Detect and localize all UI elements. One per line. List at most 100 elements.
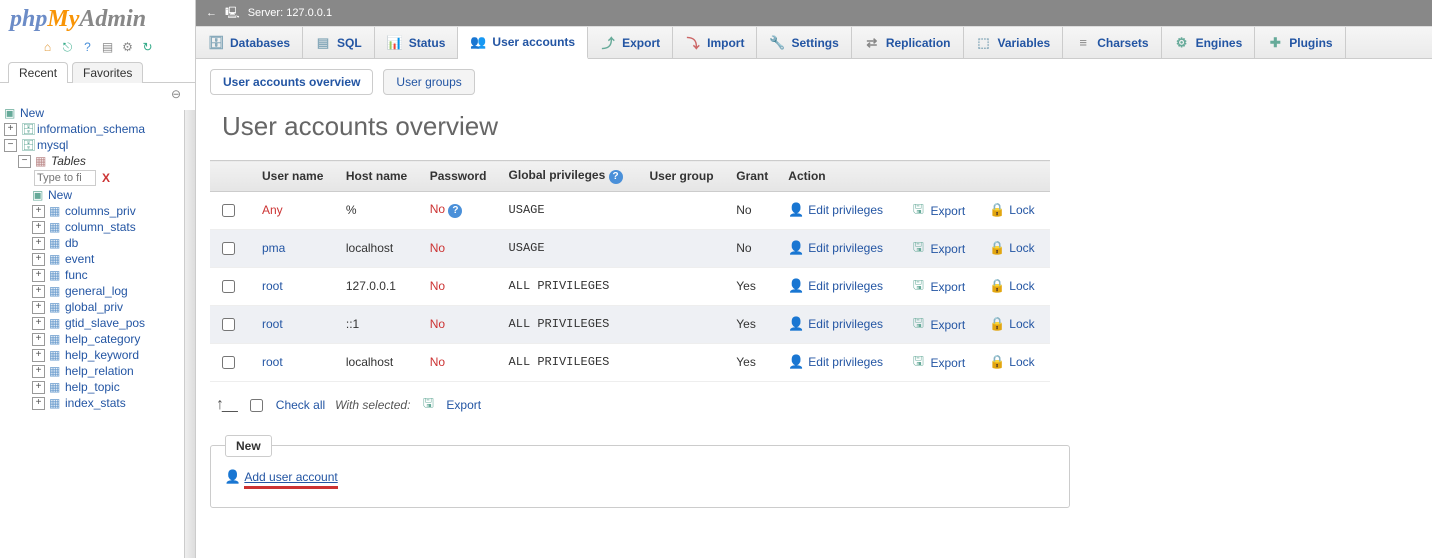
menu-import[interactable]: ⤵Import xyxy=(673,27,757,58)
col-grant[interactable]: Grant xyxy=(728,161,780,192)
tree-table[interactable]: general_log xyxy=(65,284,128,298)
expand-icon[interactable]: + xyxy=(4,123,17,136)
lock-user-link[interactable]: Lock xyxy=(1009,279,1034,293)
export-user-link[interactable]: Export xyxy=(930,280,965,294)
tree-table[interactable]: index_stats xyxy=(65,396,126,410)
expand-icon[interactable]: + xyxy=(32,381,45,394)
expand-icon[interactable]: + xyxy=(32,253,45,266)
home-icon[interactable]: ⌂ xyxy=(40,39,56,55)
help-icon[interactable]: ? xyxy=(448,204,462,218)
menu-databases[interactable]: 🗄Databases xyxy=(196,27,303,58)
user-link[interactable]: root xyxy=(262,279,283,293)
tree-table[interactable]: help_category xyxy=(65,332,140,346)
menu-status[interactable]: 📊Status xyxy=(375,27,459,58)
export-user-link[interactable]: Export xyxy=(930,318,965,332)
sql-icon[interactable]: ▤ xyxy=(100,39,116,55)
refresh-icon[interactable]: ↻ xyxy=(140,39,156,55)
expand-icon[interactable]: + xyxy=(32,365,45,378)
tree-table[interactable]: gtid_slave_pos xyxy=(65,316,145,330)
expand-icon[interactable]: + xyxy=(32,317,45,330)
col-global-priv[interactable]: Global privileges ? xyxy=(501,161,642,192)
user-link[interactable]: root xyxy=(262,355,283,369)
menu-engines[interactable]: ⚙Engines xyxy=(1162,27,1256,58)
expand-icon[interactable]: + xyxy=(32,205,45,218)
tree-table[interactable]: event xyxy=(65,252,94,266)
menu-sql[interactable]: ▤SQL xyxy=(303,27,375,58)
tree-table[interactable]: help_relation xyxy=(65,364,134,378)
expand-icon[interactable]: + xyxy=(32,349,45,362)
row-checkbox[interactable] xyxy=(222,318,235,331)
export-user-link[interactable]: Export xyxy=(930,204,965,218)
collapse-icon[interactable]: − xyxy=(4,139,17,152)
export-user-link[interactable]: Export xyxy=(930,356,965,370)
col-user-group[interactable]: User group xyxy=(642,161,729,192)
row-checkbox[interactable] xyxy=(222,356,235,369)
col-password[interactable]: Password xyxy=(422,161,501,192)
tab-recent[interactable]: Recent xyxy=(8,62,68,83)
menu-replication[interactable]: ⇄Replication xyxy=(852,27,964,58)
edit-privileges-link[interactable]: Edit privileges xyxy=(808,279,883,293)
tree-filter-input[interactable] xyxy=(34,170,96,186)
back-icon[interactable]: ← xyxy=(206,7,217,19)
menu-export[interactable]: ⤴Export xyxy=(588,27,673,58)
help-icon[interactable]: ? xyxy=(609,170,623,184)
check-all-link[interactable]: Check all xyxy=(276,398,325,412)
col-username[interactable]: User name xyxy=(254,161,338,192)
row-checkbox[interactable] xyxy=(222,280,235,293)
tree-tables-label[interactable]: Tables xyxy=(51,154,86,168)
expand-icon[interactable]: + xyxy=(32,301,45,314)
scrollbar[interactable] xyxy=(184,110,195,558)
expand-icon[interactable]: + xyxy=(32,269,45,282)
tab-favorites[interactable]: Favorites xyxy=(72,62,143,83)
expand-icon[interactable]: + xyxy=(32,285,45,298)
tree-new[interactable]: New xyxy=(20,106,44,120)
tree-new-table[interactable]: New xyxy=(48,188,72,202)
bulk-export-link[interactable]: Export xyxy=(446,398,481,412)
check-all-checkbox[interactable] xyxy=(250,399,263,412)
help-icon[interactable]: ? xyxy=(80,39,96,55)
tree-db-mysql[interactable]: mysql xyxy=(37,138,68,152)
export-user-link[interactable]: Export xyxy=(930,242,965,256)
tree-table[interactable]: columns_priv xyxy=(65,204,136,218)
edit-privileges-link[interactable]: Edit privileges xyxy=(808,355,883,369)
subtab-user-groups[interactable]: User groups xyxy=(383,69,474,95)
tree-table[interactable]: help_keyword xyxy=(65,348,139,362)
lock-user-link[interactable]: Lock xyxy=(1009,355,1034,369)
edit-privileges-link[interactable]: Edit privileges xyxy=(808,241,883,255)
gear-icon[interactable]: ⚙ xyxy=(120,39,136,55)
exit-icon[interactable]: ⎋ xyxy=(60,39,76,55)
lock-user-link[interactable]: Lock xyxy=(1009,203,1034,217)
add-user-account-link[interactable]: Add user account xyxy=(244,470,337,489)
clear-filter-icon[interactable]: X xyxy=(102,171,110,185)
collapse-icon[interactable]: − xyxy=(18,155,31,168)
row-checkbox[interactable] xyxy=(222,242,235,255)
menu-plugins[interactable]: ✚Plugins xyxy=(1255,27,1345,58)
user-link[interactable]: Any xyxy=(262,203,283,217)
menu-user-accounts[interactable]: 👥User accounts xyxy=(458,27,588,59)
tree-table[interactable]: help_topic xyxy=(65,380,120,394)
lock-user-link[interactable]: Lock xyxy=(1009,241,1034,255)
edit-privileges-link[interactable]: Edit privileges xyxy=(808,203,883,217)
menu-variables[interactable]: ⬚Variables xyxy=(964,27,1064,58)
col-hostname[interactable]: Host name xyxy=(338,161,422,192)
lock-user-link[interactable]: Lock xyxy=(1009,317,1034,331)
subtab-user-accounts-overview[interactable]: User accounts overview xyxy=(210,69,373,95)
expand-icon[interactable]: + xyxy=(32,397,45,410)
tree-table[interactable]: db xyxy=(65,236,78,250)
tree-db-information-schema[interactable]: information_schema xyxy=(37,122,145,136)
user-link[interactable]: pma xyxy=(262,241,285,255)
menu-settings[interactable]: 🔧Settings xyxy=(757,27,851,58)
expand-icon[interactable]: + xyxy=(32,333,45,346)
tree-table[interactable]: column_stats xyxy=(65,220,136,234)
breadcrumb-text[interactable]: Server: 127.0.0.1 xyxy=(248,7,332,19)
logo[interactable]: phpMyAdmin xyxy=(0,0,195,37)
row-checkbox[interactable] xyxy=(222,204,235,217)
tree-table[interactable]: func xyxy=(65,268,88,282)
edit-privileges-link[interactable]: Edit privileges xyxy=(808,317,883,331)
expand-icon[interactable]: + xyxy=(32,221,45,234)
tree-table[interactable]: global_priv xyxy=(65,300,123,314)
collapse-icon[interactable]: ⊖ xyxy=(0,87,195,101)
menu-charsets[interactable]: ≡Charsets xyxy=(1063,27,1161,58)
user-link[interactable]: root xyxy=(262,317,283,331)
expand-icon[interactable]: + xyxy=(32,237,45,250)
